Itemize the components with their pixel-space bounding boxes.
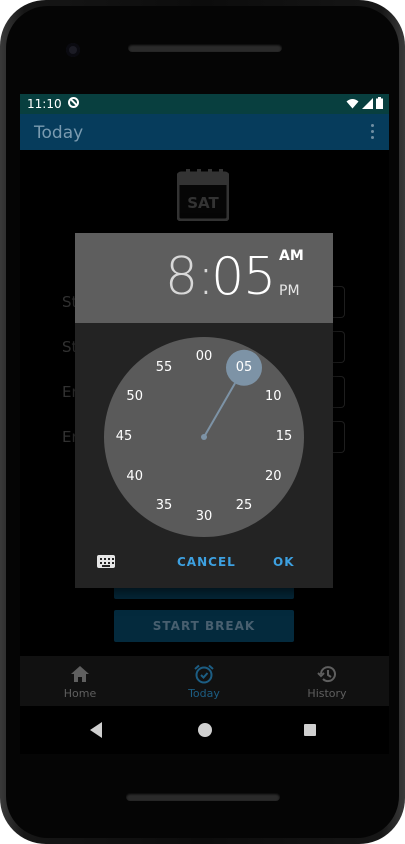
clock-number[interactable]: 15 [269, 427, 299, 447]
nav-item-today[interactable]: Today [149, 656, 259, 706]
nav-label-history: History [307, 687, 347, 700]
app-bar-title: Today [34, 123, 84, 143]
clock-dial[interactable]: 00 05 10 15 20 25 30 35 40 45 50 55 [104, 337, 304, 537]
time-display: 8:05 [165, 247, 276, 307]
overflow-menu-icon[interactable] [371, 124, 375, 140]
status-bar: 11:10 [20, 94, 389, 114]
hour-display[interactable]: 8 [165, 247, 198, 307]
clock-number[interactable]: 40 [120, 467, 150, 487]
clock-hand [203, 382, 236, 438]
earpiece-speaker [128, 44, 282, 52]
keyboard-icon[interactable] [97, 555, 115, 568]
bottom-navigation: Home Today History [20, 656, 389, 706]
battery-icon [376, 97, 383, 109]
bottom-speaker [126, 793, 280, 801]
ok-button[interactable]: OK [263, 551, 305, 573]
front-camera [66, 43, 80, 57]
status-time: 11:10 [27, 97, 62, 111]
sync-icon [68, 97, 79, 108]
screen: 11:10 Today SAT St St Er Er START BREAK … [20, 94, 389, 754]
wifi-icon [346, 98, 359, 108]
history-icon [317, 666, 336, 683]
cancel-button[interactable]: CANCEL [167, 551, 246, 573]
system-navigation-bar [20, 706, 389, 754]
recents-icon[interactable] [304, 724, 316, 736]
minute-display[interactable]: 05 [211, 247, 276, 307]
dialog-actions: CANCEL OK [75, 543, 333, 583]
nav-item-home[interactable]: Home [25, 656, 135, 706]
time-picker-header: 8:05 AM PM [75, 233, 333, 323]
clock-number[interactable]: 00 [189, 347, 219, 367]
nav-label-today: Today [188, 687, 220, 700]
clock-number[interactable]: 25 [229, 496, 259, 516]
home-button-icon[interactable] [198, 723, 212, 737]
clock-number[interactable]: 20 [258, 467, 288, 487]
back-icon[interactable] [90, 722, 102, 738]
clock-number[interactable]: 35 [149, 496, 179, 516]
time-separator: : [197, 247, 215, 307]
phone-frame: 11:10 Today SAT St St Er Er START BREAK … [0, 0, 405, 844]
clock-number[interactable]: 05 [229, 358, 259, 378]
nav-label-home: Home [63, 687, 97, 700]
clock-number[interactable]: 30 [189, 507, 219, 527]
home-icon [71, 666, 89, 682]
clock-number[interactable]: 10 [258, 387, 288, 407]
clock-number[interactable]: 45 [109, 427, 139, 447]
time-picker-dialog: 8:05 AM PM 00 05 10 15 20 25 30 35 40 45 50 55 CANC… [75, 233, 333, 588]
clock-number[interactable]: 55 [149, 358, 179, 378]
am-toggle[interactable]: AM [279, 248, 304, 264]
clock-number[interactable]: 50 [120, 387, 150, 407]
app-bar: Today [20, 114, 389, 150]
signal-icon [362, 97, 373, 109]
status-icons [346, 97, 383, 109]
nav-item-history[interactable]: History [272, 656, 382, 706]
alarm-clock-icon [194, 664, 214, 684]
pm-toggle[interactable]: PM [279, 283, 300, 299]
